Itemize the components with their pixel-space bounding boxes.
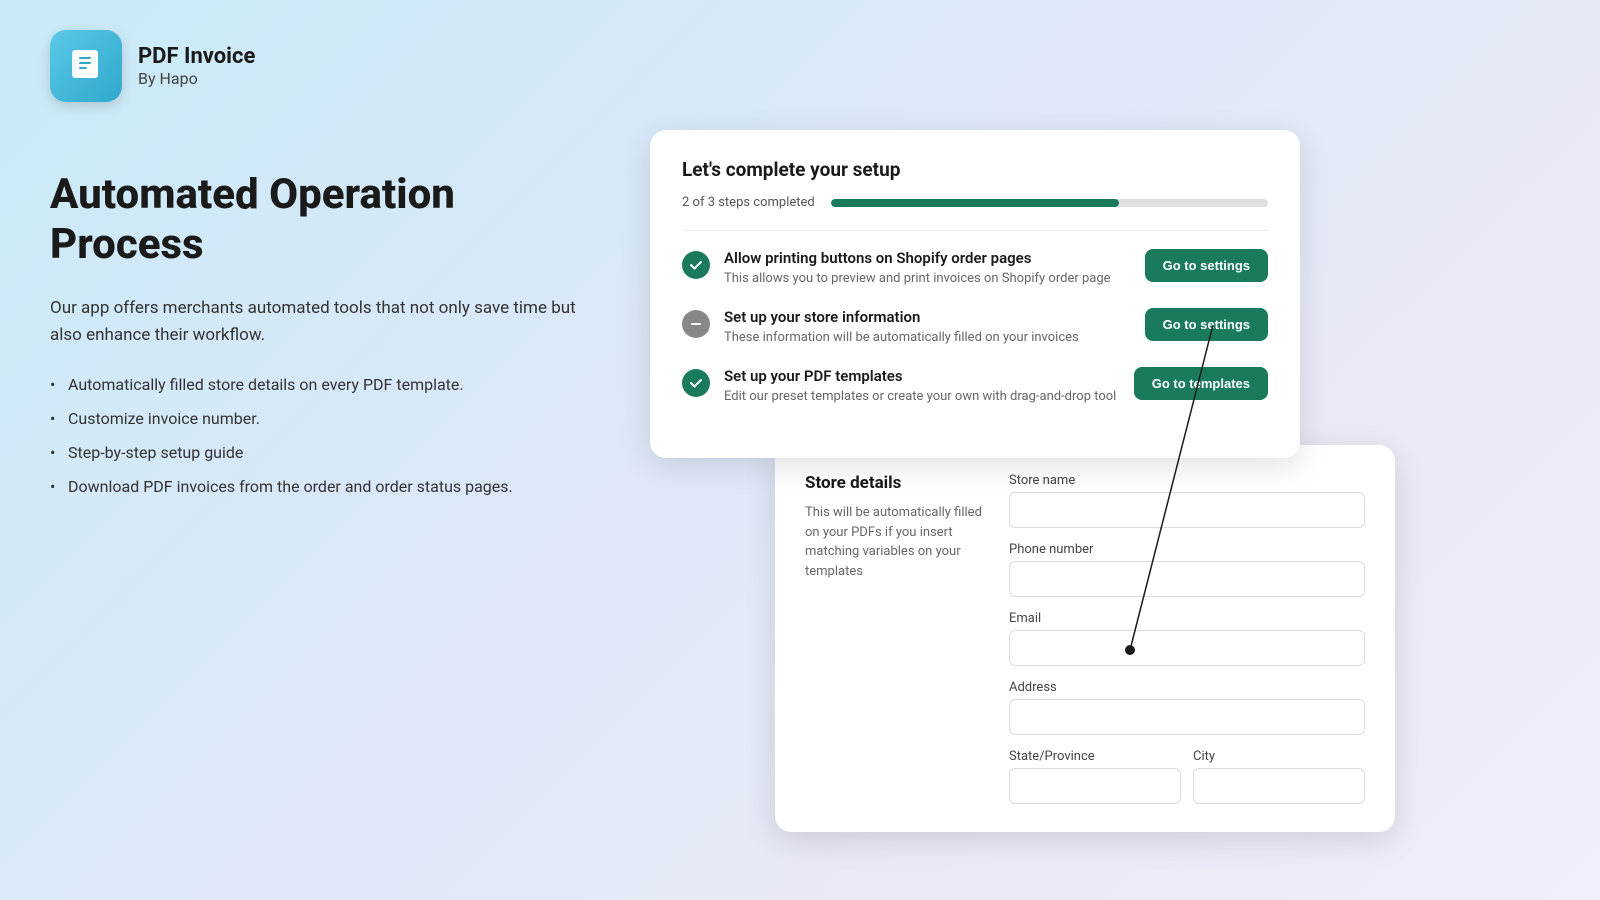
step-3-title: Set up your PDF templates [724,367,1116,385]
email-field-group: Email [1009,611,1365,666]
step-3-left: Set up your PDF templates Edit our prese… [682,367,1118,404]
app-header: PDF Invoice By Hapo [50,30,255,102]
step-item-1: Allow printing buttons on Shopify order … [682,249,1268,286]
step-3-desc: Edit our preset templates or create your… [724,389,1116,404]
step-2-desc: These information will be automatically … [724,330,1079,345]
step-item-3: Set up your PDF templates Edit our prese… [682,367,1268,404]
city-field-group: City [1193,749,1365,804]
store-card-title: Store details [805,473,985,493]
store-name-input[interactable] [1009,492,1365,528]
state-field-group: State/Province [1009,749,1181,804]
step-2-button[interactable]: Go to settings [1145,308,1268,341]
progress-row: 2 of 3 steps completed [682,195,1268,210]
progress-bar-fill [831,199,1120,207]
address-label: Address [1009,680,1365,695]
step-2-left: Set up your store information These info… [682,308,1129,345]
feature-item-3: Step-by-step setup guide [50,441,610,465]
feature-item-4: Download PDF invoices from the order and… [50,475,610,499]
step-2-icon [682,310,710,338]
address-field-group: Address [1009,680,1365,735]
state-input[interactable] [1009,768,1181,804]
step-3-button[interactable]: Go to templates [1134,367,1268,400]
step-1-title: Allow printing buttons on Shopify order … [724,249,1111,267]
store-name-label: Store name [1009,473,1365,488]
phone-label: Phone number [1009,542,1365,557]
phone-input[interactable] [1009,561,1365,597]
step-1-icon [682,251,710,279]
progress-bar-background [831,199,1268,207]
setup-card: Let's complete your setup 2 of 3 steps c… [650,130,1300,458]
email-label: Email [1009,611,1365,626]
state-city-row: State/Province City [1009,749,1365,804]
step-1-text: Allow printing buttons on Shopify order … [724,249,1111,286]
step-3-text: Set up your PDF templates Edit our prese… [724,367,1116,404]
step-2-title: Set up your store information [724,308,1079,326]
app-title-block: PDF Invoice By Hapo [138,44,255,88]
email-input[interactable] [1009,630,1365,666]
app-icon [50,30,122,102]
step-3-icon [682,369,710,397]
store-details-card: Store details This will be automatically… [775,445,1395,832]
state-label: State/Province [1009,749,1181,764]
step-item-2: Set up your store information These info… [682,308,1268,345]
left-content: Automated Operation Process Our app offe… [50,170,610,499]
city-label: City [1193,749,1365,764]
store-card-inner: Store details This will be automatically… [805,473,1365,804]
step-2-text: Set up your store information These info… [724,308,1079,345]
feature-item-1: Automatically filled store details on ev… [50,373,610,397]
store-card-left: Store details This will be automatically… [805,473,985,804]
phone-field-group: Phone number [1009,542,1365,597]
store-name-field-group: Store name [1009,473,1365,528]
app-author: By Hapo [138,69,255,88]
city-input[interactable] [1193,768,1365,804]
store-card-desc: This will be automatically filled on you… [805,503,985,581]
progress-label: 2 of 3 steps completed [682,195,815,210]
hero-title: Automated Operation Process [50,170,610,271]
hero-description: Our app offers merchants automated tools… [50,295,610,349]
store-card-right: Store name Phone number Email Address St… [1009,473,1365,804]
setup-title: Let's complete your setup [682,158,1268,181]
address-input[interactable] [1009,699,1365,735]
step-1-left: Allow printing buttons on Shopify order … [682,249,1129,286]
step-1-button[interactable]: Go to settings [1145,249,1268,282]
feature-item-2: Customize invoice number. [50,407,610,431]
app-name: PDF Invoice [138,44,255,69]
feature-list: Automatically filled store details on ev… [50,373,610,499]
step-1-desc: This allows you to preview and print inv… [724,271,1111,286]
divider [682,230,1268,231]
